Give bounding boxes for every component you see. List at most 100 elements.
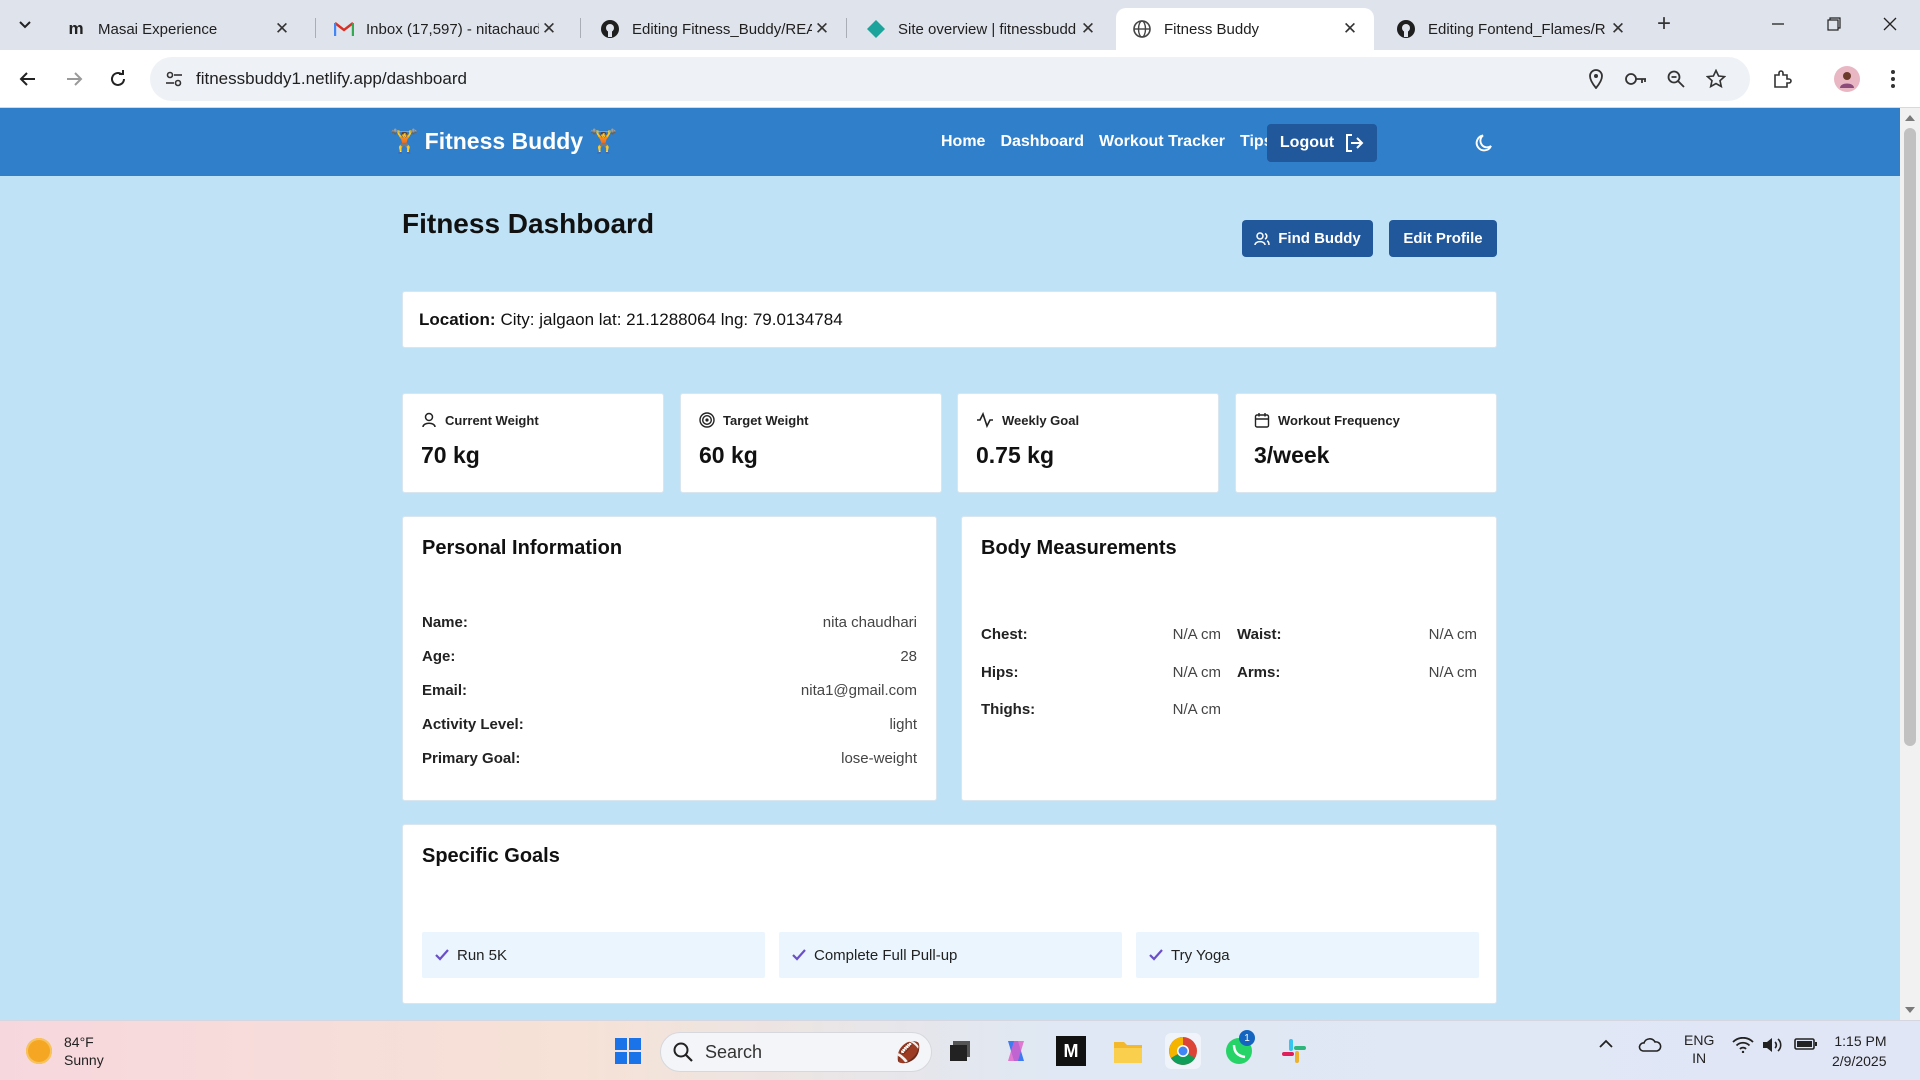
browser-tab[interactable]: m Masai Experience ✕ [50,8,306,50]
arrow-left-icon [19,72,35,86]
extensions-button[interactable] [1766,63,1798,95]
personal-info-title: Personal Information [422,537,623,559]
edit-profile-button[interactable]: Edit Profile [1389,220,1497,257]
moon-icon [1475,134,1492,152]
more-vert-icon [1891,70,1895,88]
restore-button[interactable] [1806,0,1862,48]
weather-widget[interactable]: 84°F Sunny [26,1033,104,1069]
avatar-icon [1834,66,1860,92]
close-tab-icon[interactable]: ✕ [539,19,559,39]
goal-item: Complete Full Pull-up [779,932,1122,978]
windows-logo-icon [615,1038,641,1064]
find-buddy-label: Find Buddy [1278,230,1361,247]
system-clock[interactable]: 1:15 PM 2/9/2025 [1832,1031,1887,1071]
browser-menu-button[interactable] [1877,63,1909,95]
measurement-hips: Hips: N/A cm [981,664,1221,681]
address-bar[interactable]: fitnessbuddy1.netlify.app/dashboard [150,57,1750,101]
gmail-icon [334,19,354,39]
page-viewport: 🏋 Fitness Buddy 🏋 Home Dashboard Workout… [0,108,1900,1020]
check-icon [1149,949,1163,961]
clock-time: 1:15 PM [1834,1033,1887,1049]
browser-tab[interactable]: Editing Fontend_Flames/R ✕ [1380,8,1642,50]
show-hidden-icons-button[interactable] [1598,1037,1614,1054]
chrome-icon [1169,1037,1197,1065]
taskbar-app-file-explorer[interactable] [1110,1033,1146,1069]
page-scrollbar[interactable] [1900,108,1920,1020]
check-icon [792,949,806,961]
profile-avatar[interactable] [1831,63,1863,95]
location-label: Location: [419,309,496,329]
nav-link-dashboard[interactable]: Dashboard [1000,133,1084,151]
minimize-icon [1772,23,1784,25]
battery-tray-icon[interactable] [1794,1037,1818,1054]
edit-profile-label: Edit Profile [1403,230,1483,247]
measurement-arms: Arms: N/A cm [1237,664,1477,681]
body-measurements-title: Body Measurements [981,537,1177,559]
browser-tab[interactable]: Site overview | fitnessbudd ✕ [850,8,1112,50]
tab-divider [580,18,581,38]
reload-button[interactable] [102,63,134,95]
wifi-tray-icon[interactable] [1732,1036,1754,1056]
theme-toggle-button[interactable] [1472,130,1498,156]
close-window-button[interactable] [1862,0,1918,48]
taskbar-search-label: Search [705,1041,763,1062]
browser-tab[interactable]: Inbox (17,597) - nitachaudh ✕ [318,8,573,50]
search-highlight-icon: 🏈 [896,1041,921,1064]
taskbar-app-task-view[interactable] [942,1033,978,1069]
tab-divider [846,18,847,38]
minimize-button[interactable] [1750,0,1806,48]
taskbar-app-copilot[interactable] [998,1033,1034,1069]
plus-icon: + [1656,10,1671,37]
chevron-down-icon [19,21,31,29]
logout-icon [1346,134,1364,152]
close-tab-icon[interactable]: ✕ [272,19,292,39]
scroll-down-icon[interactable] [1905,1007,1915,1013]
scrollbar-thumb[interactable] [1904,128,1916,746]
tab-search-button[interactable] [10,10,40,40]
nav-link-home[interactable]: Home [941,133,985,151]
browser-tab-strip: m Masai Experience ✕ Inbox (17,597) - ni… [0,0,1920,50]
find-buddy-button[interactable]: Find Buddy [1242,220,1373,257]
stat-card-weekly-goal: Weekly Goal 0.75 kg [957,393,1219,493]
user-icon [422,412,436,428]
close-tab-icon[interactable]: ✕ [1608,19,1628,39]
volume-tray-icon[interactable] [1762,1037,1784,1056]
close-tab-icon[interactable]: ✕ [1340,19,1360,39]
scroll-up-icon[interactable] [1905,115,1915,121]
browser-tab[interactable]: Editing Fitness_Buddy/REA ✕ [584,8,846,50]
bookmark-star-icon[interactable] [1700,63,1732,95]
close-tab-icon[interactable]: ✕ [812,19,832,39]
back-button[interactable] [12,63,44,95]
url-text[interactable]: fitnessbuddy1.netlify.app/dashboard [196,69,467,89]
forward-button[interactable] [58,63,90,95]
browser-tab-active[interactable]: Fitness Buddy ✕ [1116,8,1374,50]
check-icon [435,949,449,961]
nav-links: Home Dashboard Workout Tracker Tips [941,133,1273,151]
password-key-icon[interactable] [1620,63,1652,95]
activity-icon [977,412,993,428]
taskbar-search[interactable]: Search 🏈 [660,1032,932,1072]
onedrive-tray-icon[interactable] [1638,1037,1662,1056]
language-indicator[interactable]: ENG IN [1684,1031,1714,1067]
brand-logo[interactable]: 🏋 Fitness Buddy 🏋 [390,128,618,155]
site-info-icon[interactable] [164,69,184,94]
masai-icon: m [68,19,84,38]
nav-link-workout-tracker[interactable]: Workout Tracker [1099,133,1225,151]
stat-label: Target Weight [723,412,809,428]
location-pin-icon[interactable] [1580,63,1612,95]
start-button[interactable] [610,1033,646,1069]
taskbar-app-chrome[interactable] [1165,1033,1201,1069]
close-icon [1883,17,1897,31]
taskbar-app-masai[interactable]: M [1053,1033,1089,1069]
windows-taskbar: 84°F Sunny Search 🏈 M 1 ENG IN 1:15 PM 2… [0,1020,1920,1080]
taskbar-app-whatsapp[interactable]: 1 [1221,1030,1257,1069]
logout-button[interactable]: Logout [1267,124,1377,162]
puzzle-icon [1774,70,1792,88]
specific-goals-title: Specific Goals [422,845,560,867]
zoom-icon[interactable] [1660,63,1692,95]
close-tab-icon[interactable]: ✕ [1078,19,1098,39]
users-icon [1254,231,1270,245]
taskbar-app-slack[interactable] [1276,1033,1312,1069]
github-icon [1396,19,1416,39]
new-tab-button[interactable]: + [1650,10,1678,38]
